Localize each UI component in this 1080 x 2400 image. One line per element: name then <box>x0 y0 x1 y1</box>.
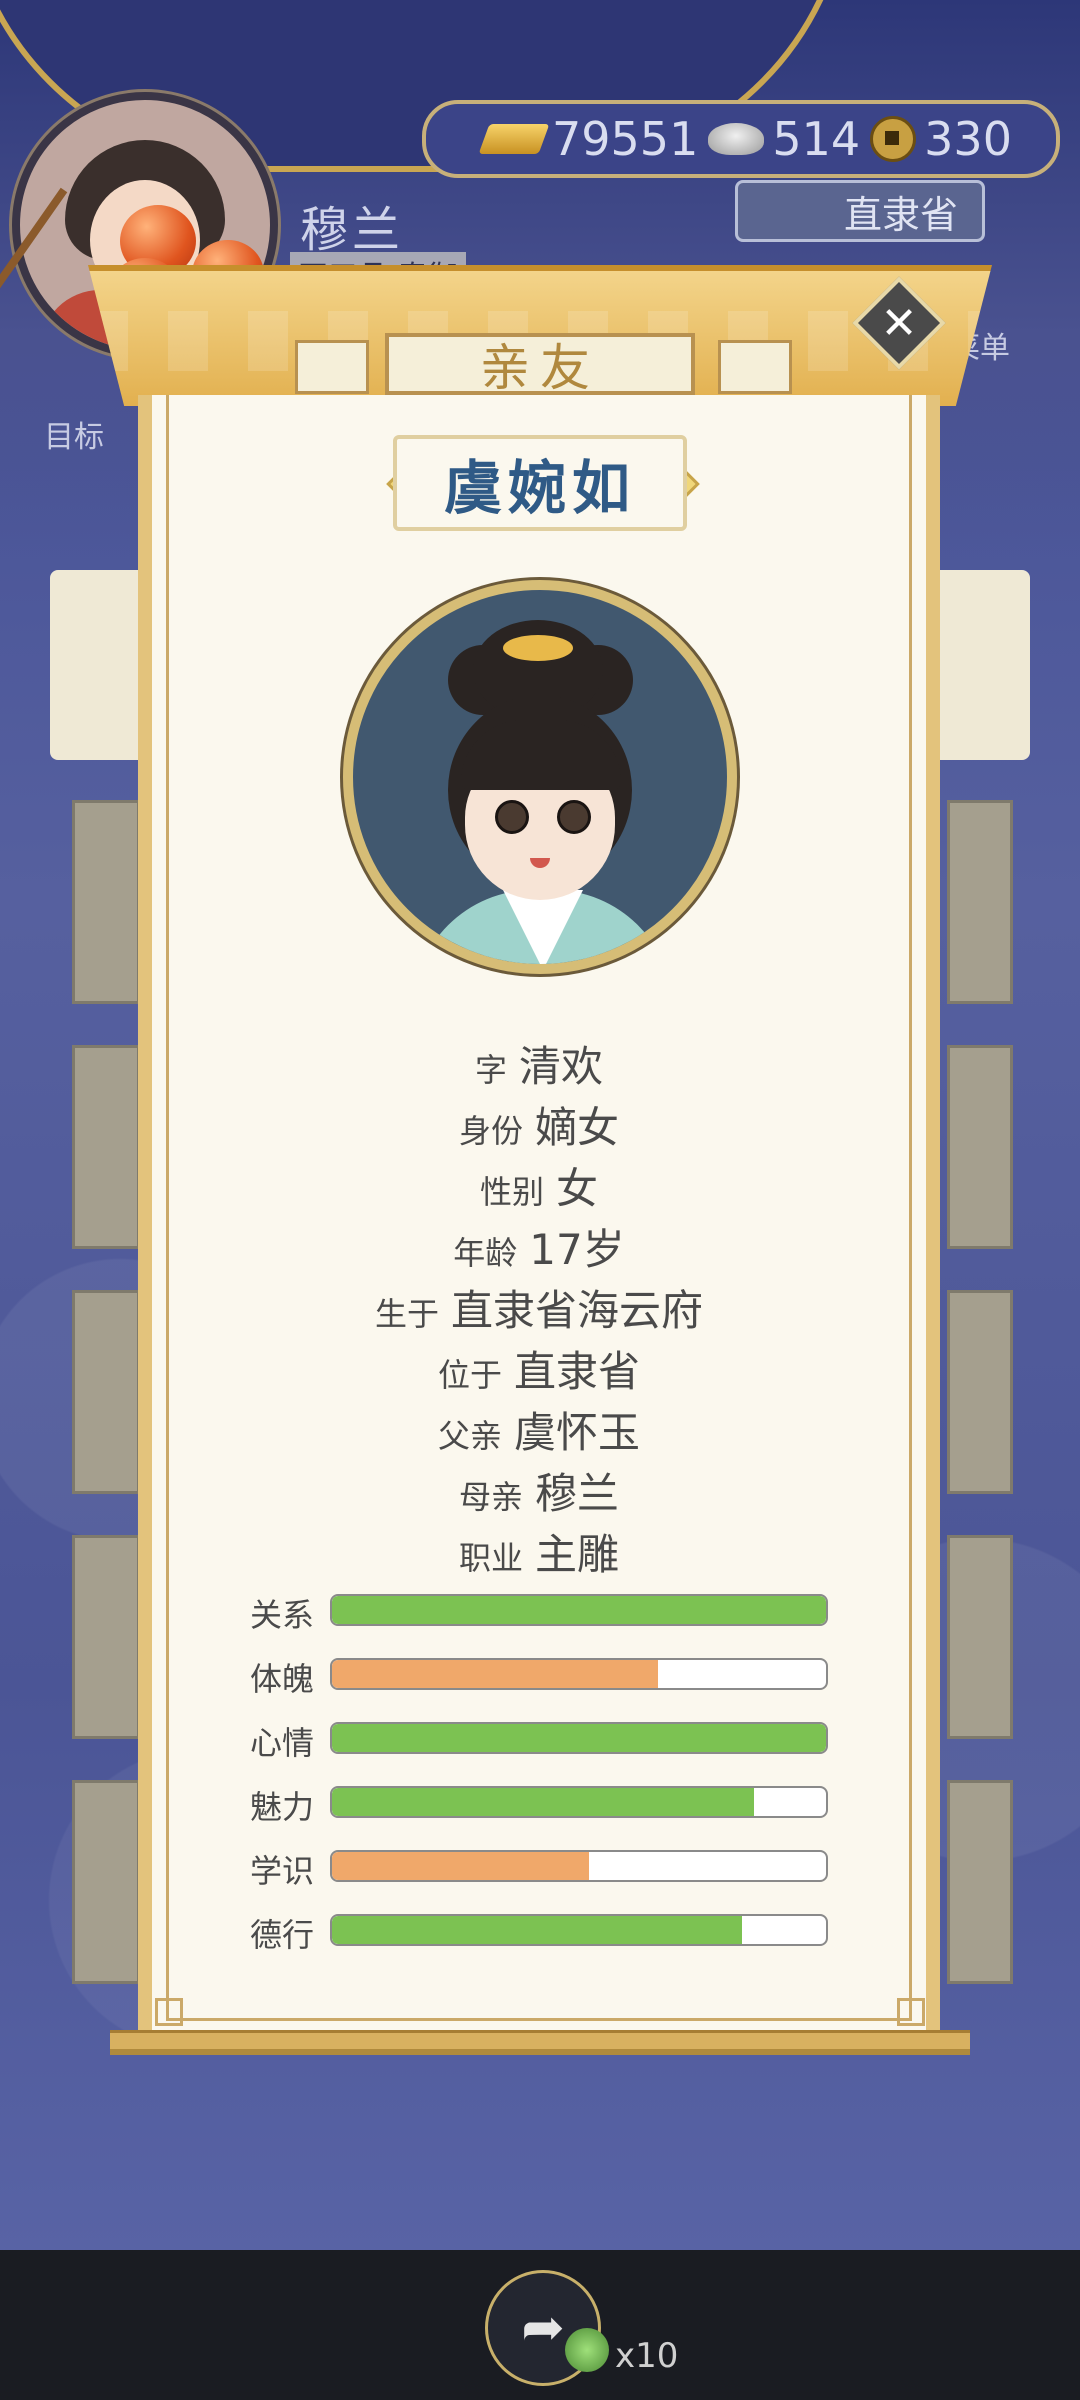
info-row: 性别女 <box>138 1155 940 1216</box>
stat-bar <box>330 1594 828 1626</box>
info-value: 虞怀玉 <box>514 1408 641 1457</box>
background-card <box>72 1045 140 1249</box>
gold-amount: 79551 <box>552 112 699 166</box>
info-value: 直隶省海云府 <box>451 1286 704 1335</box>
background-card <box>72 1290 140 1494</box>
stat-label: 心情 <box>250 1724 315 1762</box>
info-row: 母亲 穆兰 <box>138 1460 940 1521</box>
gold-ingot-icon <box>478 124 550 154</box>
info-row: 父亲 虞怀玉 <box>138 1399 940 1460</box>
info-row: 年龄 17岁 <box>138 1216 940 1277</box>
scroll-bottom-rod <box>110 2030 970 2049</box>
stat-bar-fill <box>332 1724 826 1752</box>
info-row: 位于 直隶省 <box>138 1338 940 1399</box>
panel-corner <box>155 1998 183 2026</box>
stat-bar-fill <box>332 1788 755 1816</box>
stat-bar <box>330 1658 828 1690</box>
info-row: 身份 嫡女 <box>138 1094 940 1155</box>
info-value: 穆兰 <box>535 1469 620 1518</box>
player-name: 穆兰 <box>300 202 405 258</box>
info-label: 父亲 <box>437 1417 502 1455</box>
stat-bar <box>330 1850 828 1882</box>
background-card <box>947 1045 1013 1249</box>
silver-ingot-icon <box>708 123 765 155</box>
info-value: 女 <box>556 1164 599 1213</box>
info-value: 主雕 <box>535 1530 620 1579</box>
stat-bar-fill <box>332 1596 826 1624</box>
stat-bar-fill <box>332 1852 589 1880</box>
background-card <box>930 570 1030 760</box>
info-row: 职业 主雕 <box>138 1521 940 1582</box>
info-label: 母亲 <box>458 1478 523 1516</box>
background-card <box>72 800 140 1004</box>
dialog-title: 亲友 <box>385 333 695 397</box>
panel-corner <box>897 1998 925 2026</box>
info-value: 直隶省 <box>514 1347 641 1396</box>
person-portrait <box>343 580 737 974</box>
stat-label: 学识 <box>250 1852 315 1890</box>
tab-side-left <box>295 340 369 394</box>
tab-side-right <box>718 340 792 394</box>
info-label: 身份 <box>458 1112 523 1150</box>
jade-reward-icon <box>565 2328 609 2372</box>
copper-coin-icon <box>870 116 917 162</box>
info-label: 生于 <box>374 1295 439 1333</box>
stat-label: 体魄 <box>250 1660 315 1698</box>
stat-label: 魅力 <box>250 1788 315 1826</box>
info-row: 生于 直隶省海云府 <box>138 1277 940 1338</box>
share-icon: ➦ <box>521 2298 565 2358</box>
coin-amount: 330 <box>924 112 1012 166</box>
info-label: 性别 <box>479 1173 544 1211</box>
stat-label: 关系 <box>250 1596 315 1634</box>
info-row: 字清欢 <box>138 1033 940 1094</box>
stat-label: 德行 <box>250 1916 315 1954</box>
background-card <box>947 1780 1013 1984</box>
province-button[interactable]: 直隶省 <box>735 180 985 242</box>
info-value: 清欢 <box>519 1042 604 1091</box>
background-card <box>947 1290 1013 1494</box>
background-card <box>72 1535 140 1739</box>
close-icon: ✕ <box>880 297 918 349</box>
person-name: 虞婉如 <box>393 435 687 531</box>
currency-bar: 79551 514 330 <box>422 100 1060 178</box>
info-label: 年龄 <box>453 1234 518 1272</box>
info-value: 嫡女 <box>535 1103 620 1152</box>
eye-right <box>557 800 591 834</box>
reward-count: x10 <box>615 2336 679 2376</box>
info-label: 字 <box>474 1051 507 1089</box>
stat-bar <box>330 1786 828 1818</box>
silver-amount: 514 <box>772 112 861 166</box>
stat-bar-fill <box>332 1660 659 1688</box>
background-card <box>72 1780 140 1984</box>
info-label: 位于 <box>437 1356 502 1394</box>
stat-bar-fill <box>332 1916 743 1944</box>
info-label: 职业 <box>458 1539 523 1577</box>
info-value: 17岁 <box>529 1225 625 1274</box>
stat-bar <box>330 1914 828 1946</box>
background-card <box>947 1535 1013 1739</box>
stat-bar <box>330 1722 828 1754</box>
goal-button-label[interactable]: 目标 <box>44 412 104 456</box>
background-card <box>947 800 1013 1004</box>
eye-left <box>495 800 529 834</box>
hair-ornament <box>503 635 573 661</box>
